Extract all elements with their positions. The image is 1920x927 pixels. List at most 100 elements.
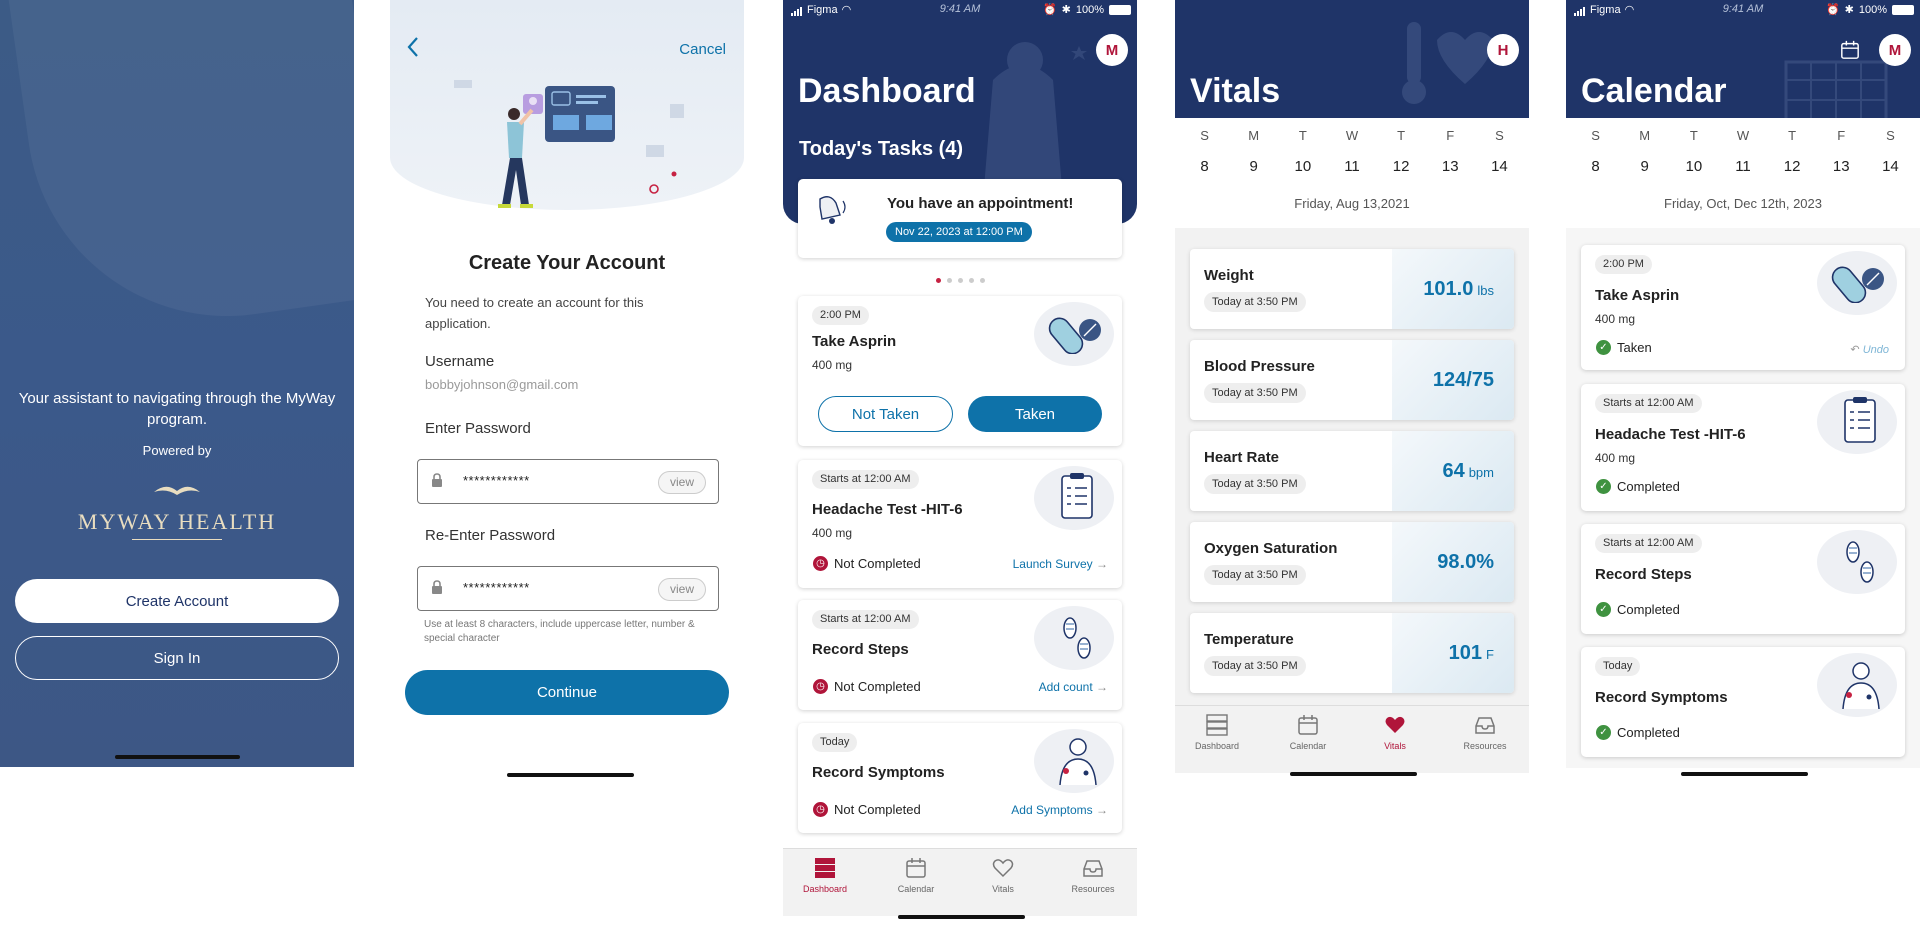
tab-vitals[interactable]: Vitals: [1355, 714, 1435, 751]
vital-time: Today at 3:50 PM: [1204, 565, 1306, 585]
check-icon: ✓: [1596, 479, 1611, 494]
date-cell-6[interactable]: 14: [1870, 158, 1910, 175]
date-cell-4[interactable]: 12: [1381, 158, 1421, 175]
weekday-2: T: [1298, 128, 1307, 143]
date-row[interactable]: 8 9 10 11 12 13 14: [1566, 158, 1920, 175]
avatar[interactable]: M: [1096, 34, 1128, 66]
weekday-4: T: [1397, 128, 1406, 143]
create-account-button[interactable]: Create Account: [15, 579, 339, 623]
weekday-0: S: [1591, 128, 1600, 143]
cancel-link[interactable]: Cancel: [679, 41, 726, 58]
tab-vitals[interactable]: Vitals: [963, 857, 1043, 894]
battery-percent: 100%: [1075, 3, 1104, 16]
vital-card[interactable]: Temperature Today at 3:50 PM 101 F: [1190, 613, 1514, 693]
vital-value-panel: 98.0%: [1392, 522, 1514, 602]
date-cell-2[interactable]: 10: [1283, 158, 1323, 175]
weekday-2: T: [1689, 128, 1698, 143]
vital-reading: 124/75: [1433, 369, 1494, 392]
heart-icon: [1385, 716, 1405, 733]
clock-icon: ◷: [813, 556, 828, 571]
add-symptoms-link[interactable]: Add Symptoms →: [1011, 803, 1108, 817]
reenter-password-value: ************: [463, 580, 530, 595]
tab-label: Vitals: [992, 884, 1014, 894]
appointment-card[interactable]: You have an appointment! Nov 22, 2023 at…: [798, 179, 1122, 258]
welcome-screen: Your assistant to navigating through the…: [0, 0, 354, 767]
password-hint: Use at least 8 characters, include upper…: [424, 619, 695, 644]
weekday-row: SMTWTFS: [1566, 128, 1920, 143]
date-cell-0[interactable]: 8: [1576, 158, 1616, 175]
back-chevron-icon[interactable]: [406, 36, 420, 65]
home-indicator: [115, 755, 240, 759]
pill-icon: [1817, 251, 1897, 315]
date-cell-3[interactable]: 11: [1332, 158, 1372, 175]
weekday-3: W: [1736, 128, 1750, 143]
password-field[interactable]: ************ view: [417, 459, 719, 504]
footprints-icon: [1034, 606, 1114, 670]
not-taken-button[interactable]: Not Taken: [818, 396, 953, 432]
calendar-task-asprin[interactable]: 2:00 PM Take Asprin 400 mg ✓ Taken ↶ Undo: [1581, 245, 1905, 370]
view-reenter-password-button[interactable]: view: [658, 578, 706, 601]
date-cell-6[interactable]: 14: [1479, 158, 1519, 175]
tab-label: Resources: [1463, 741, 1507, 751]
sign-in-button[interactable]: Sign In: [15, 636, 339, 680]
task-title: Headache Test -HIT-6: [1595, 426, 1746, 443]
tab-dashboard[interactable]: Dashboard: [785, 857, 865, 894]
reenter-password-label: Re-Enter Password: [425, 527, 556, 544]
date-cell-1[interactable]: 9: [1234, 158, 1274, 175]
task-title: Record Steps: [812, 641, 909, 658]
date-cell-1[interactable]: 9: [1625, 158, 1665, 175]
calendar-task-record-steps[interactable]: Starts at 12:00 AM Record Steps ✓ Complet…: [1581, 524, 1905, 634]
avatar[interactable]: M: [1879, 34, 1911, 66]
date-cell-4[interactable]: 12: [1772, 158, 1812, 175]
task-card-record-symptoms[interactable]: Today Record Symptoms ◷ Not Completed Add…: [798, 723, 1122, 833]
task-card-headache-test[interactable]: Starts at 12:00 AM Headache Test -HIT-6 …: [798, 460, 1122, 588]
tab-resources[interactable]: Resources: [1053, 857, 1133, 894]
date-cell-5[interactable]: 13: [1430, 158, 1470, 175]
reenter-password-field[interactable]: ************ view: [417, 566, 719, 611]
continue-button[interactable]: Continue: [405, 670, 729, 715]
task-time: Starts at 12:00 AM: [812, 470, 919, 489]
calendar-screen: Figma ◠ 9:41 AM ⏰ ✱ 100% M Calendar SMTWTFS…: [1566, 0, 1920, 783]
password-value: ************: [463, 473, 530, 488]
add-count-link[interactable]: Add count →: [1039, 680, 1108, 694]
task-card-record-steps[interactable]: Starts at 12:00 AM Record Steps ◷ Not Com…: [798, 600, 1122, 710]
tab-calendar[interactable]: Calendar: [1268, 714, 1348, 751]
tab-resources[interactable]: Resources: [1445, 714, 1525, 751]
task-status: ✓ Completed: [1596, 602, 1680, 617]
launch-survey-link[interactable]: Launch Survey →: [1013, 557, 1108, 571]
date-cell-5[interactable]: 13: [1821, 158, 1861, 175]
view-password-button[interactable]: view: [658, 471, 706, 494]
vital-unit: lbs: [1477, 283, 1494, 298]
vital-card[interactable]: Heart Rate Today at 3:50 PM 64 bpm: [1190, 431, 1514, 511]
date-cell-3[interactable]: 11: [1723, 158, 1763, 175]
vital-card[interactable]: Weight Today at 3:50 PM 101.0 lbs: [1190, 249, 1514, 329]
tab-label: Resources: [1071, 884, 1115, 894]
date-cell-2[interactable]: 10: [1674, 158, 1714, 175]
calendar-picker-icon[interactable]: [1840, 40, 1860, 65]
taken-button[interactable]: Taken: [968, 396, 1102, 432]
vital-unit: F: [1486, 647, 1494, 662]
task-time: Starts at 12:00 AM: [1595, 394, 1702, 413]
task-status: ◷ Not Completed: [813, 802, 921, 817]
calendar-task-headache-test[interactable]: Starts at 12:00 AM Headache Test -HIT-6 …: [1581, 384, 1905, 511]
undo-link[interactable]: ↶ Undo: [1850, 343, 1889, 356]
avatar[interactable]: H: [1487, 34, 1519, 66]
vital-name: Oxygen Saturation: [1204, 540, 1338, 557]
tab-calendar[interactable]: Calendar: [876, 857, 956, 894]
battery-icon: [1109, 4, 1131, 15]
date-cell-0[interactable]: 8: [1185, 158, 1225, 175]
home-indicator: [898, 915, 1025, 919]
alarm-icon: ⏰: [1042, 4, 1057, 16]
tab-label: Vitals: [1384, 741, 1406, 751]
calendar-task-record-symptoms[interactable]: Today Record Symptoms ✓ Completed: [1581, 647, 1905, 757]
tab-dashboard[interactable]: Dashboard: [1177, 714, 1257, 751]
carousel-dots[interactable]: [783, 270, 1137, 288]
task-dose: 400 mg: [812, 526, 853, 540]
vital-card[interactable]: Oxygen Saturation Today at 3:50 PM 98.0%: [1190, 522, 1514, 602]
vital-value: 101.0: [1423, 278, 1474, 300]
home-indicator: [1681, 772, 1808, 776]
vital-card[interactable]: Blood Pressure Today at 3:50 PM 124/75: [1190, 340, 1514, 420]
task-time: 2:00 PM: [1595, 255, 1652, 274]
date-row[interactable]: 8 9 10 11 12 13 14: [1175, 158, 1529, 175]
undo-label: Undo: [1862, 344, 1889, 356]
